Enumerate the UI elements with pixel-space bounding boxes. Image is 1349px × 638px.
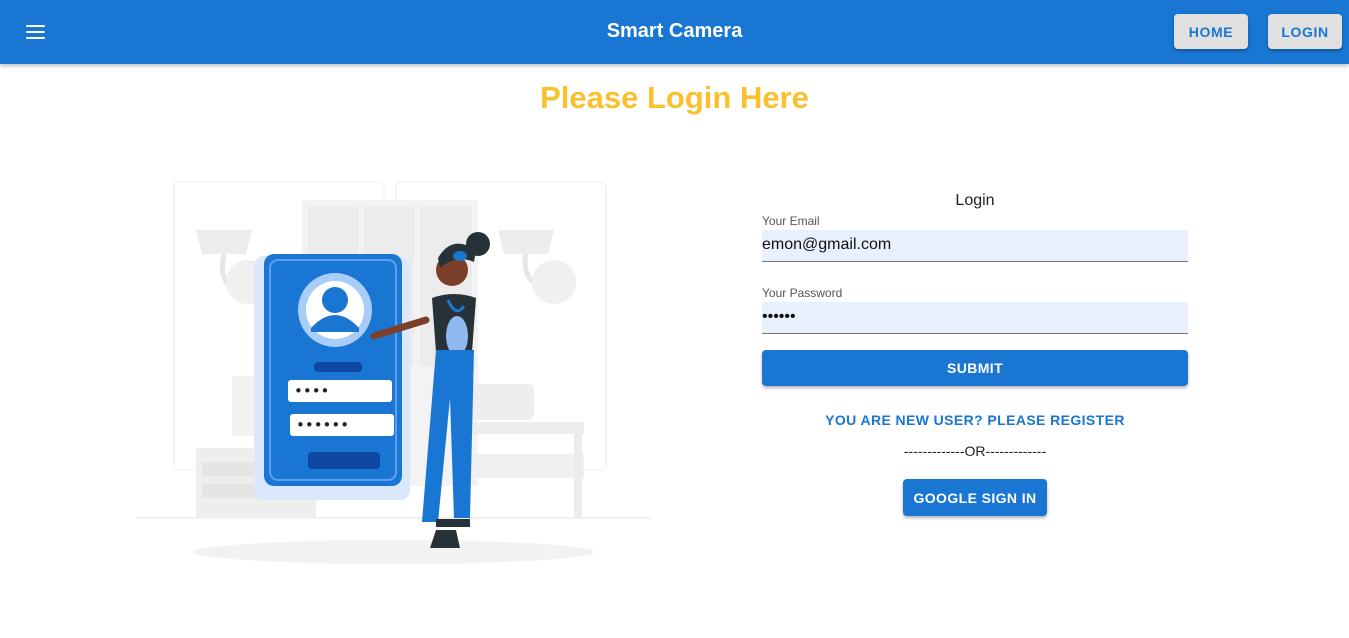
login-form-title: Login (955, 192, 995, 209)
google-sign-in-button[interactable]: GOOGLE SIGN IN (903, 479, 1047, 516)
app-title: Smart Camera (606, 20, 743, 42)
mobile-login-illustration: •••• •••••• (136, 181, 651, 564)
pin-dots: •••• (294, 382, 329, 400)
page-title: Please Login Here (540, 80, 809, 115)
email-field[interactable] (762, 230, 1188, 262)
app-bar: Smart Camera HOME LOGIN (0, 0, 1349, 64)
submit-button[interactable]: SUBMIT (762, 350, 1188, 386)
password-dots: •••••• (296, 416, 349, 434)
password-label: Your Password (762, 286, 843, 300)
home-button[interactable]: HOME (1174, 14, 1248, 49)
password-field[interactable] (762, 302, 1188, 334)
register-link[interactable]: YOU ARE NEW USER? PLEASE REGISTER (762, 412, 1188, 428)
email-label: Your Email (762, 214, 820, 228)
login-button[interactable]: LOGIN (1268, 14, 1342, 49)
or-divider: -------------OR------------- (903, 443, 1047, 459)
